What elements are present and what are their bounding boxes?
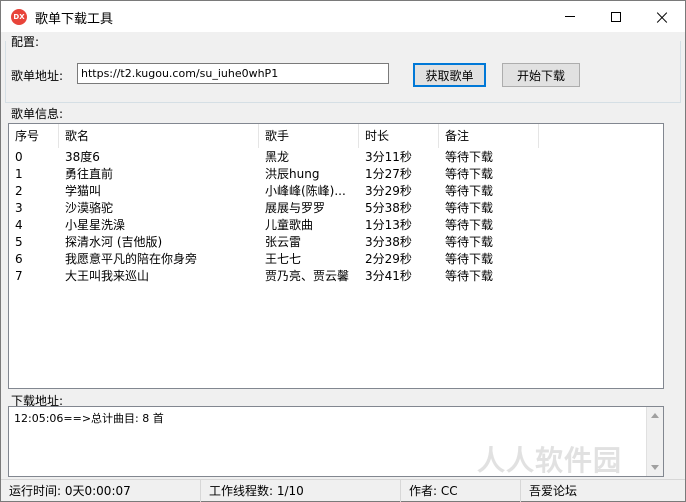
close-icon: ×	[653, 4, 671, 29]
cell-duration: 2分29秒	[365, 252, 412, 266]
table-row[interactable]: 6 我愿意平凡的陪在你身旁 王七七 2分29秒 等待下载	[9, 251, 663, 268]
cell-index: 6	[15, 252, 23, 266]
table-row[interactable]: 2 学猫叫 小峰峰(陈峰)... 3分29秒 等待下载	[9, 183, 663, 200]
cell-song: 沙漠骆驼	[65, 201, 114, 215]
status-runtime: 运行时间: 0天0:00:07	[1, 480, 201, 502]
playlist-table[interactable]: 序号 歌名 歌手 时长 备注 0 38度6 黑龙 3分11秒 等待下载 1 勇往…	[8, 123, 664, 389]
cell-duration: 5分38秒	[365, 201, 412, 215]
cell-artist: 黑龙	[265, 150, 290, 164]
app-window: DX 歌单下载工具 × 配置: 歌单地址: 获取歌单 开始下载 歌单信息: 序号…	[0, 0, 686, 502]
cell-song: 我愿意平凡的陪在你身旁	[65, 252, 198, 266]
status-threads: 工作线程数: 1/10	[201, 480, 401, 502]
cell-duration: 3分38秒	[365, 235, 412, 249]
config-group-label: 配置:	[11, 33, 42, 50]
column-header-index[interactable]: 序号	[9, 124, 59, 148]
fetch-playlist-button[interactable]: 获取歌单	[413, 63, 486, 87]
cell-note: 等待下载	[445, 235, 494, 249]
cell-note: 等待下载	[445, 201, 494, 215]
cell-note: 等待下载	[445, 252, 494, 266]
minimize-icon	[565, 16, 575, 17]
cell-index: 0	[15, 150, 23, 164]
cell-song: 大王叫我来巡山	[65, 269, 150, 283]
table-row[interactable]: 7 大王叫我来巡山 贾乃亮、贾云馨 3分41秒 等待下载	[9, 268, 663, 285]
column-header-note[interactable]: 备注	[439, 124, 539, 148]
cell-duration: 3分41秒	[365, 269, 412, 283]
cell-song: 学猫叫	[65, 184, 102, 198]
cell-song: 探清水河 (吉他版)	[65, 235, 163, 249]
cell-song: 38度6	[65, 150, 100, 164]
url-label: 歌单地址:	[11, 69, 64, 83]
cell-note: 等待下载	[445, 184, 494, 198]
column-header-duration[interactable]: 时长	[359, 124, 439, 148]
cell-duration: 3分29秒	[365, 184, 412, 198]
cell-note: 等待下载	[445, 167, 494, 181]
cell-artist: 贾乃亮、贾云馨	[265, 269, 350, 283]
cell-index: 4	[15, 218, 23, 232]
table-row[interactable]: 0 38度6 黑龙 3分11秒 等待下载	[9, 149, 663, 166]
table-header: 序号 歌名 歌手 时长 备注	[9, 124, 663, 148]
column-header-artist[interactable]: 歌手	[259, 124, 359, 148]
cell-duration: 1分13秒	[365, 218, 412, 232]
table-row[interactable]: 4 小星星洗澡 儿童歌曲 1分13秒 等待下载	[9, 217, 663, 234]
cell-index: 1	[15, 167, 23, 181]
window-title: 歌单下载工具	[35, 12, 114, 27]
minimize-button[interactable]	[547, 1, 593, 32]
maximize-button[interactable]	[593, 1, 639, 32]
cell-index: 7	[15, 269, 23, 283]
playlist-url-input[interactable]	[77, 63, 389, 84]
cell-artist: 洪辰hung	[265, 167, 320, 181]
log-text: 12:05:06==>总计曲目: 8 首	[14, 412, 164, 425]
scroll-down-icon[interactable]	[651, 465, 659, 470]
scroll-up-icon[interactable]	[651, 413, 659, 418]
log-scrollbar[interactable]	[646, 407, 663, 476]
cell-index: 2	[15, 184, 23, 198]
cell-artist: 儿童歌曲	[265, 218, 314, 232]
cell-artist: 展展与罗罗	[265, 201, 326, 215]
playlist-group-label: 歌单信息:	[11, 105, 66, 122]
start-download-button[interactable]: 开始下载	[502, 63, 580, 87]
maximize-icon	[611, 11, 621, 22]
table-row[interactable]: 3 沙漠骆驼 展展与罗罗 5分38秒 等待下载	[9, 200, 663, 217]
app-icon: DX	[11, 9, 27, 25]
title-bar: DX 歌单下载工具 ×	[1, 1, 685, 32]
cell-artist: 王七七	[265, 252, 302, 266]
cell-duration: 3分11秒	[365, 150, 412, 164]
status-forum: 吾爱论坛	[529, 484, 578, 498]
close-button[interactable]: ×	[639, 1, 685, 32]
cell-note: 等待下载	[445, 150, 494, 164]
cell-index: 5	[15, 235, 23, 249]
cell-artist: 小峰峰(陈峰)...	[265, 184, 346, 198]
cell-index: 3	[15, 201, 23, 215]
download-log[interactable]: 12:05:06==>总计曲目: 8 首	[8, 406, 664, 477]
cell-note: 等待下载	[445, 218, 494, 232]
cell-note: 等待下载	[445, 269, 494, 283]
column-header-song[interactable]: 歌名	[59, 124, 259, 148]
cell-song: 勇往直前	[65, 167, 114, 181]
cell-duration: 1分27秒	[365, 167, 412, 181]
cell-artist: 张云雷	[265, 235, 302, 249]
table-row[interactable]: 1 勇往直前 洪辰hung 1分27秒 等待下载	[9, 166, 663, 183]
status-author: 作者: CC	[401, 480, 521, 502]
status-bar: 运行时间: 0天0:00:07 工作线程数: 1/10 作者: CC 吾爱论坛	[1, 479, 685, 502]
table-row[interactable]: 5 探清水河 (吉他版) 张云雷 3分38秒 等待下载	[9, 234, 663, 251]
cell-song: 小星星洗澡	[65, 218, 126, 232]
